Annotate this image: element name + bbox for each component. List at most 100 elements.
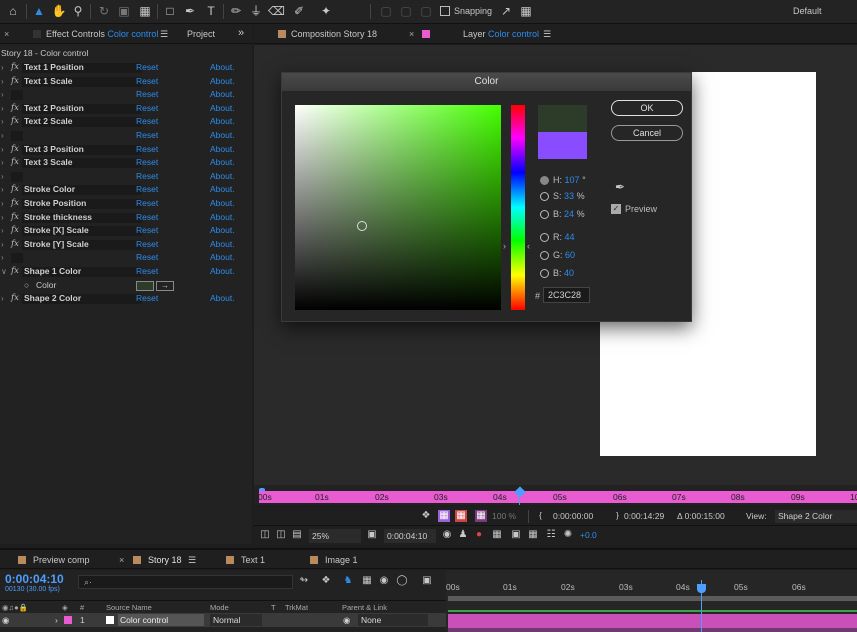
column-number[interactable]: # [80,603,84,612]
reset-link[interactable]: Reset [136,88,158,102]
visibility-icon[interactable]: ◉ [2,615,9,626]
effect-row[interactable]: ○ Color → [0,279,252,293]
eraser-tool-icon[interactable]: ⌫ [268,3,285,19]
rectangle-tool-icon[interactable]: □ [162,3,178,19]
about-link[interactable]: About. [210,115,235,129]
about-link[interactable]: About. [210,292,235,306]
expand-effect-icon[interactable]: › [1,251,4,265]
timeline-ruler[interactable]: 00s 01s 02s 03s 04s 05s 06s [446,576,857,598]
preview-checkbox[interactable]: ✓ [611,204,621,214]
tab-composition[interactable]: Composition Story 18 [291,29,377,39]
fx-icon[interactable]: fx [11,238,19,252]
show-snapshot-icon[interactable]: ♟ [457,529,469,541]
magnification-select[interactable]: 25% [309,529,361,543]
fx-icon[interactable]: fx [11,102,19,116]
tab-menu-icon[interactable]: ☰ [543,29,551,40]
fx-icon[interactable]: fx [11,156,19,170]
effect-row[interactable]: › fx Stroke Position Reset About. [0,197,252,211]
color-field-radio[interactable] [540,210,549,219]
timeline-timecode[interactable]: 0:00:04:10 [5,572,64,586]
color-field-radio[interactable] [540,269,549,278]
layer-bar[interactable] [448,614,857,628]
column-parent[interactable]: Parent & Link [342,603,387,612]
current-time[interactable]: 0:00:00:00 [553,511,593,521]
reset-link[interactable]: Reset [136,183,158,197]
panel-overflow-icon[interactable]: » [238,27,244,39]
expand-effect-icon[interactable]: › [1,129,4,143]
close-tab-icon[interactable]: × [119,555,124,565]
motion-blur-toggle-icon[interactable]: ◉ [378,575,390,587]
roto-brush-tool-icon[interactable]: ✐ [291,3,307,19]
about-link[interactable]: About. [210,224,235,238]
effect-row[interactable]: › fx Text 2 Position Reset About. [0,102,252,116]
hue-slider[interactable] [511,105,525,310]
about-link[interactable]: About. [210,156,235,170]
expand-effect-icon[interactable]: › [1,61,4,75]
about-link[interactable]: About. [210,197,235,211]
tab-layer[interactable]: Layer Color control [463,29,539,39]
reset-link[interactable]: Reset [136,292,158,306]
end-time[interactable]: 0:00:14:29 [624,511,664,521]
effect-row[interactable]: › Reset About. [0,88,252,102]
expand-effect-icon[interactable]: › [1,75,4,89]
axis-view-icon[interactable]: ▢ [418,3,434,19]
hue-slider-left-arrow-icon[interactable]: › [503,241,506,251]
reset-exposure-icon[interactable]: ✺ [562,529,574,541]
about-link[interactable]: About. [210,265,235,279]
reset-link[interactable]: Reset [136,61,158,75]
motion-blur-icon[interactable]: ▦ [438,510,450,522]
axis-world-icon[interactable]: ▢ [398,3,414,19]
effect-row[interactable]: › fx Text 3 Scale Reset About. [0,156,252,170]
timeline-track-area[interactable]: 00s 01s 02s 03s 04s 05s 06s [446,570,857,632]
reset-link[interactable]: Reset [136,115,158,129]
about-link[interactable]: About. [210,75,235,89]
color-field[interactable] [295,105,501,310]
timeline-work-area[interactable] [448,596,857,601]
render-icon[interactable]: ▦ [475,510,487,522]
close-tab-icon[interactable]: × [4,29,9,39]
about-link[interactable]: About. [210,61,235,75]
in-point-bracket-icon[interactable]: { [539,510,542,520]
shy-layers-icon[interactable]: ♞ [342,575,354,587]
timeline-search-input[interactable]: ⌕· [78,575,293,589]
color-field-value[interactable]: 24 [564,209,574,219]
color-field-value[interactable]: 60 [565,250,575,260]
about-link[interactable]: About. [210,211,235,225]
roi-icon[interactable]: ▣ [510,529,522,541]
expand-effect-icon[interactable]: › [1,170,4,184]
mask-visibility-icon[interactable]: ☷ [545,529,557,541]
fx-icon[interactable]: fx [11,197,19,211]
layer-row[interactable]: ◉ › 1 Color control Normal ◉ None [0,613,446,627]
duration[interactable]: Δ 0:00:15:00 [677,511,725,521]
tab-menu-icon[interactable]: ☰ [188,555,196,566]
selection-tool-icon[interactable]: ▲ [31,3,47,19]
tab-project[interactable]: Project [187,29,215,39]
expand-effect-icon[interactable]: › [1,115,4,129]
reset-link[interactable]: Reset [136,238,158,252]
workspace-label[interactable]: Default [793,6,822,16]
snap-options-icon[interactable]: ↗ [498,3,514,19]
color-field-value[interactable]: 107 [565,175,580,185]
brush-tool-icon[interactable]: ✏ [228,3,244,19]
tab-timeline-2[interactable]: Text 1 [241,555,265,565]
about-link[interactable]: About. [210,170,235,184]
transparency-grid-icon[interactable]: ▦ [527,529,539,541]
timeline-graph-icon[interactable]: ▣ [421,575,433,587]
eyedropper-icon[interactable]: ✒ [613,180,627,194]
eyedropper-icon[interactable]: → [156,280,174,291]
stopwatch-icon[interactable]: ○ [24,279,29,293]
expand-layer-icon[interactable]: › [55,615,58,625]
reset-link[interactable]: Reset [136,102,158,116]
resolution-value[interactable]: 100 % [492,511,516,521]
reset-link[interactable]: Reset [136,211,158,225]
about-link[interactable]: About. [210,88,235,102]
layer-parent-select[interactable]: None [358,614,428,626]
hue-slider-right-arrow-icon[interactable]: ‹ [527,241,530,251]
close-tab-icon[interactable]: × [409,29,414,39]
reset-link[interactable]: Reset [136,170,158,184]
fx-icon[interactable]: fx [11,61,19,75]
comp-flowchart-icon[interactable]: ↬ [298,575,310,587]
reset-link[interactable]: Reset [136,156,158,170]
fx-icon[interactable]: fx [11,75,19,89]
about-link[interactable]: About. [210,143,235,157]
